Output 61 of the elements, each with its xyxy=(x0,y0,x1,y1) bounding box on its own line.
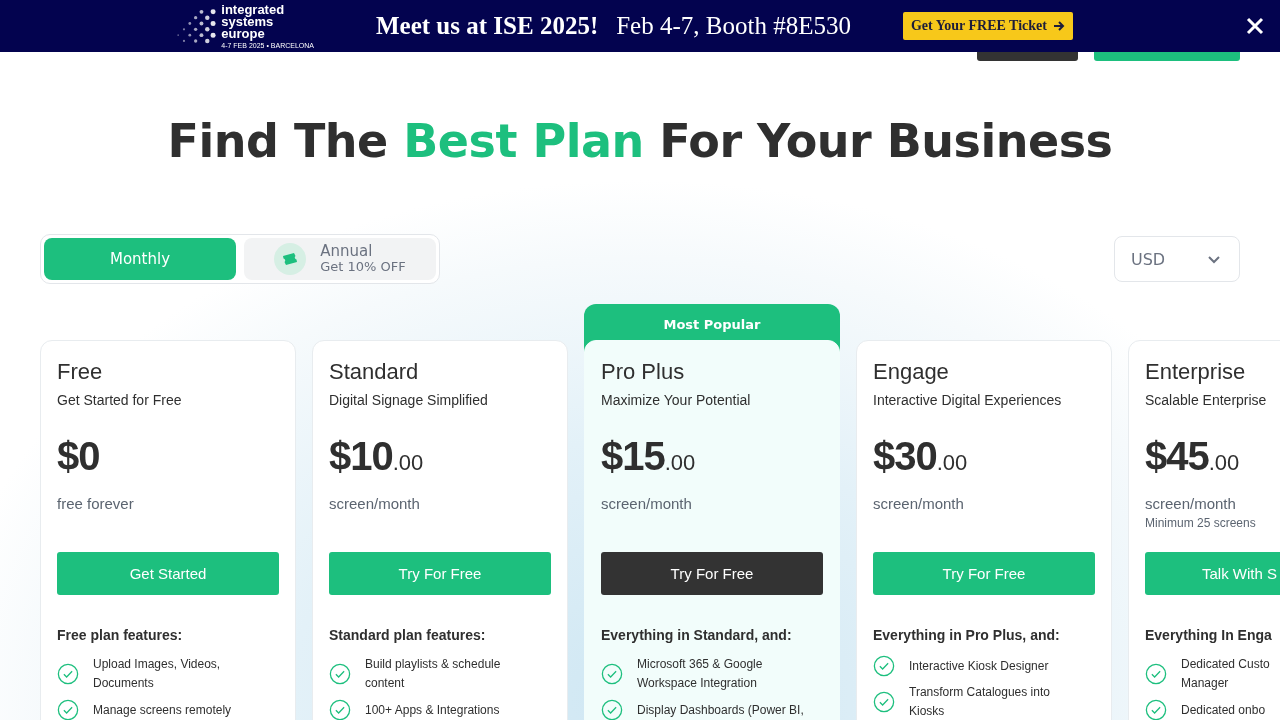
plan-period: screen/month xyxy=(1145,495,1237,512)
plan-name: Engage xyxy=(873,359,950,385)
feature-text: Transform Catalogues into Kiosks xyxy=(909,684,1051,720)
plan-tagline: Maximize Your Potential xyxy=(601,392,752,408)
feature-text: Build playlists & schedule content xyxy=(365,656,502,692)
page-title: Find The Best Plan For Your Business xyxy=(166,114,1114,168)
plan-name: Enterprise xyxy=(1145,359,1247,385)
plan-tagline: Digital Signage Simplified xyxy=(329,392,489,408)
arrow-right-icon xyxy=(1052,20,1065,32)
feature-text: Microsoft 365 & Google Workspace Integration xyxy=(637,656,764,692)
ticket-icon xyxy=(274,243,307,275)
plan-button[interactable]: Try For Free xyxy=(329,552,551,595)
plan-minimum: Minimum 25 screens xyxy=(1145,516,1257,530)
banner-details: Feb 4-7, Booth #8E530 xyxy=(616,12,851,40)
plan-tagline: Get Started for Free xyxy=(57,392,183,408)
plan-name: Standard xyxy=(329,359,420,385)
plan-price: $30.00 xyxy=(873,434,969,480)
header-button[interactable] xyxy=(1094,52,1240,61)
feature-text: Upload Images, Videos, Documents xyxy=(93,656,222,692)
features-heading: Standard plan features: xyxy=(329,627,487,643)
check-circle-icon xyxy=(1145,663,1167,685)
plan-button[interactable]: Try For Free xyxy=(873,552,1095,595)
plan-button[interactable]: Try For Free xyxy=(601,552,823,595)
banner-headline: Meet us at ISE 2025! xyxy=(376,12,599,40)
plan-price: $45.00 xyxy=(1145,434,1241,480)
close-icon[interactable] xyxy=(1246,17,1264,35)
feature-text: Display Dashboards (Power BI, xyxy=(637,701,805,719)
plan-name: Free xyxy=(57,359,104,385)
billing-option[interactable]: Annual Get 10% OFF xyxy=(244,238,436,280)
features-heading: Everything in Pro Plus, and: xyxy=(873,627,1061,643)
feature-text: Dedicated onbo xyxy=(1181,701,1267,719)
check-circle-icon xyxy=(873,655,895,677)
plan-period: free forever xyxy=(57,495,135,512)
features-heading: Everything In Enga xyxy=(1145,627,1273,643)
ticket-button[interactable]: Get Your FREE Ticket xyxy=(902,12,1073,40)
plan-period: screen/month xyxy=(329,495,421,512)
plan-period: screen/month xyxy=(601,495,693,512)
plan-price: $0 xyxy=(57,434,101,480)
plan-price: $10.00 xyxy=(329,434,425,480)
header-button[interactable] xyxy=(977,52,1078,61)
check-circle-icon xyxy=(601,663,623,685)
check-circle-icon xyxy=(873,691,895,713)
feature-text: Interactive Kiosk Designer xyxy=(909,657,1050,675)
plan-period: screen/month xyxy=(873,495,965,512)
feature-text: 100+ Apps & Integrations xyxy=(365,701,501,719)
feature-text: Manage screens remotely xyxy=(93,701,233,719)
plan-button[interactable]: Get Started xyxy=(57,552,279,595)
features-heading: Free plan features: xyxy=(57,627,184,643)
plan-name: Pro Plus xyxy=(601,359,686,385)
plan-tagline: Scalable Enterprise xyxy=(1145,392,1268,408)
plan-price: $15.00 xyxy=(601,434,697,480)
billing-option[interactable]: Monthly xyxy=(44,238,236,280)
check-circle-icon xyxy=(57,663,79,685)
plan-tagline: Interactive Digital Experiences xyxy=(873,392,1063,408)
currency-select[interactable]: USD xyxy=(1114,236,1240,282)
check-circle-icon xyxy=(329,663,351,685)
logo-text: integrated xyxy=(221,3,286,16)
logo-text: systems xyxy=(221,15,274,28)
plan-button[interactable]: Talk With S xyxy=(1145,552,1280,595)
features-heading: Everything in Standard, and: xyxy=(601,627,793,643)
feature-text: Dedicated Custo Manager xyxy=(1181,656,1271,692)
